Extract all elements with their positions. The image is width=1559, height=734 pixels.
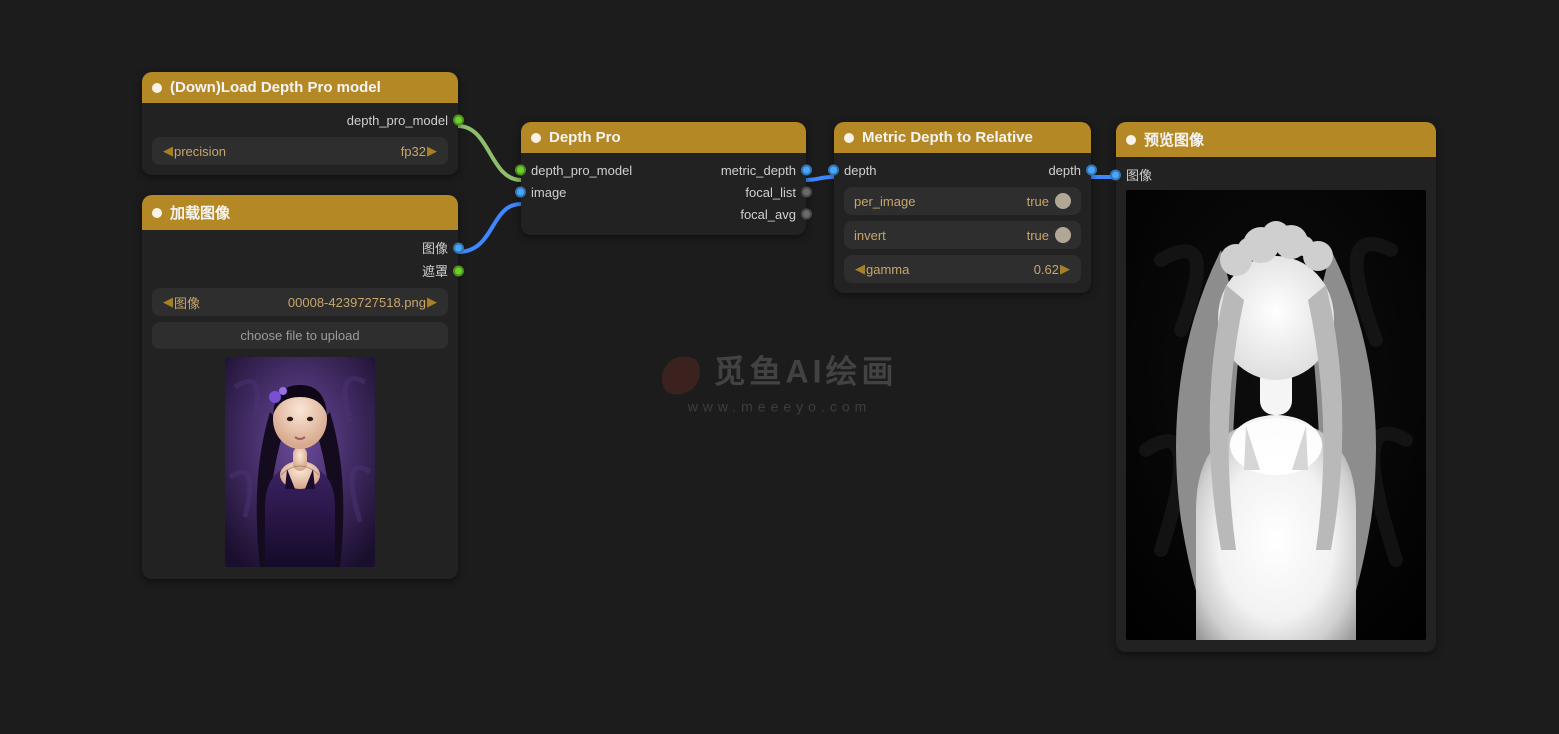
chevron-left-icon[interactable]: ◀ [162,294,174,310]
upload-button[interactable]: choose file to upload [152,322,448,349]
watermark-url: www.meeeyo.com [661,399,897,415]
chevron-right-icon[interactable]: ▶ [1059,261,1071,277]
widget-value: fp32 [401,144,426,159]
output-label: focal_list [745,185,796,200]
node-graph-canvas[interactable]: (Down)Load Depth Pro model depth_pro_mod… [0,0,1559,734]
input-port-depth-pro-model[interactable] [515,165,526,176]
node-title: (Down)Load Depth Pro model [170,79,381,96]
node-header[interactable]: (Down)Load Depth Pro model [142,72,458,103]
collapse-toggle-icon[interactable] [1126,135,1136,145]
node-header[interactable]: Depth Pro [521,122,806,153]
output-image-preview [1126,190,1426,640]
widget-label: 图像 [174,293,200,312]
widget-label: per_image [854,194,915,209]
widget-value: 0.62 [1034,262,1059,277]
watermark-logo-icon [661,357,705,401]
node-header[interactable]: Metric Depth to Relative [834,122,1091,153]
chevron-right-icon[interactable]: ▶ [426,143,438,159]
node-title: Depth Pro [549,129,621,146]
widget-per-image[interactable]: per_image true [844,187,1081,215]
chevron-right-icon[interactable]: ▶ [426,294,438,310]
input-port-depth[interactable] [828,165,839,176]
input-port-image[interactable] [515,187,526,198]
output-port-depth[interactable] [1086,165,1097,176]
widget-image-file[interactable]: ◀ 图像 00008-4239727518.png ▶ [152,288,448,316]
node-header[interactable]: 加载图像 [142,195,458,230]
output-label: depth_pro_model [347,113,448,128]
output-label: focal_avg [740,207,796,222]
output-port-focal-list[interactable] [801,187,812,198]
node-depth-pro[interactable]: Depth Pro depth_pro_model metric_depth i… [521,122,806,235]
watermark-text: 觅鱼AI绘画 [713,354,897,390]
collapse-toggle-icon[interactable] [152,208,162,218]
input-port-image[interactable] [1110,169,1121,180]
widget-label: invert [854,228,886,243]
widget-label: gamma [866,262,909,277]
input-label: depth_pro_model [531,163,632,178]
collapse-toggle-icon[interactable] [531,133,541,143]
input-label: 图像 [1126,165,1152,184]
output-label: depth [1048,163,1081,178]
toggle-icon[interactable] [1055,193,1071,209]
node-load-depth-pro-model[interactable]: (Down)Load Depth Pro model depth_pro_mod… [142,72,458,175]
toggle-icon[interactable] [1055,227,1071,243]
node-title: 加载图像 [170,202,230,223]
output-label: 图像 [422,238,448,257]
widget-gamma[interactable]: ◀ gamma 0.62 ▶ [844,255,1081,283]
output-port-focal-avg[interactable] [801,209,812,220]
chevron-left-icon[interactable]: ◀ [162,143,174,159]
widget-value: 00008-4239727518.png [288,295,426,310]
output-port-image[interactable] [453,242,464,253]
node-load-image[interactable]: 加载图像 图像 遮罩 ◀ 图像 00008-4239727518.png ▶ c [142,195,458,579]
chevron-left-icon[interactable]: ◀ [854,261,866,277]
collapse-toggle-icon[interactable] [844,133,854,143]
input-label: image [531,185,566,200]
collapse-toggle-icon[interactable] [152,83,162,93]
output-port-mask[interactable] [453,265,464,276]
widget-invert[interactable]: invert true [844,221,1081,249]
watermark: 觅鱼AI绘画 www.meeeyo.com [661,347,897,415]
output-label: metric_depth [721,163,796,178]
node-title: 预览图像 [1144,129,1204,150]
output-label: 遮罩 [422,261,448,280]
node-header[interactable]: 预览图像 [1116,122,1436,157]
input-image-preview [225,357,375,567]
input-label: depth [844,163,877,178]
node-metric-depth-to-relative[interactable]: Metric Depth to Relative depth depth per… [834,122,1091,293]
node-title: Metric Depth to Relative [862,129,1033,146]
widget-label: precision [174,144,226,159]
output-port-metric-depth[interactable] [801,165,812,176]
widget-value: true [1027,194,1049,209]
node-preview-image[interactable]: 预览图像 图像 [1116,122,1436,652]
output-port-depth-pro-model[interactable] [453,115,464,126]
widget-value: true [1027,228,1049,243]
upload-button-label: choose file to upload [240,328,359,343]
widget-precision[interactable]: ◀ precision fp32 ▶ [152,137,448,165]
